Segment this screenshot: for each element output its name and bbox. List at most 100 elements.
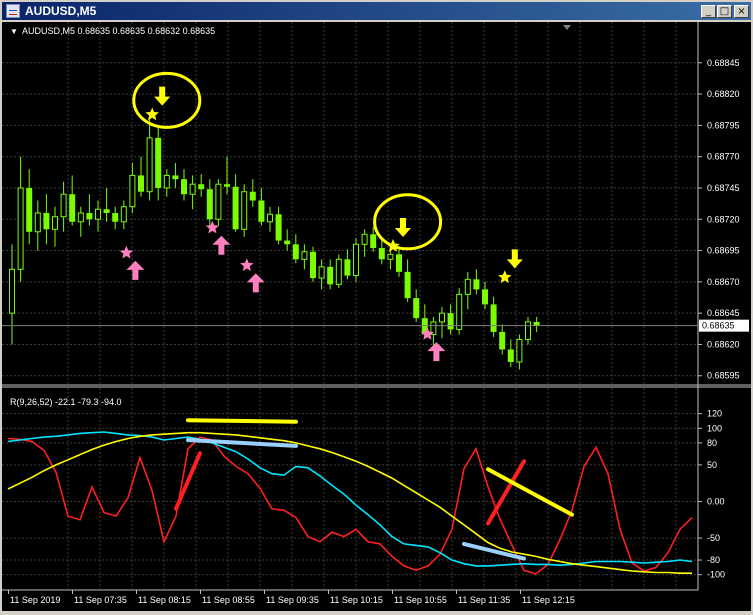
indicator-tick-label: -80 <box>707 555 720 565</box>
price-tick-label: 0.68670 <box>707 277 740 287</box>
candle-body-up <box>516 338 523 363</box>
candle-body-up <box>189 183 196 195</box>
price-tick-label: 0.68845 <box>707 58 740 68</box>
candle-body-down <box>413 298 420 319</box>
candle-body-up <box>52 216 58 230</box>
annotation-line <box>186 418 298 424</box>
price-tick-label: 0.68695 <box>707 246 740 256</box>
candle-body-down <box>292 244 299 260</box>
candle-body-down <box>86 213 93 220</box>
candle-body-up <box>464 278 471 295</box>
candle-body-down <box>112 213 119 222</box>
star-icon <box>240 258 254 271</box>
candle-body-up <box>34 212 41 233</box>
buy-arrow-icon <box>246 273 265 293</box>
time-tick-label: 11 Sep 2019 <box>10 595 60 605</box>
candle-body-down <box>344 259 351 276</box>
candle-body-down <box>284 240 291 245</box>
candle-body-up <box>335 258 342 285</box>
indicator-axis: 120 100 80 50 0.00 -50 -80 -100 <box>698 409 725 580</box>
indicator-tick-label: 80 <box>707 438 717 448</box>
candle-body-up <box>361 233 368 245</box>
chart-area[interactable]: 0.68845 0.68820 0.68795 0.68770 0.68745 0.687… <box>2 22 751 611</box>
candle-body-down <box>138 175 144 192</box>
time-axis[interactable]: 11 Sep 2019 11 Sep 07:35 11 Sep 08:15 11 Se… <box>8 590 575 605</box>
price-axis[interactable]: 0.68845 0.68820 0.68795 0.68770 0.68745 0.687… <box>698 58 740 381</box>
chart-window-icon[interactable] <box>6 4 20 18</box>
indicator-tick-label: 120 <box>707 409 722 419</box>
candle-body-down <box>69 194 76 222</box>
candle-body-down <box>103 209 110 213</box>
highlight-circle <box>373 193 443 251</box>
sell-arrow-icon <box>154 86 171 106</box>
price-tick-label: 0.68795 <box>707 120 740 130</box>
candle-body-down <box>327 266 334 285</box>
close-button[interactable]: × <box>734 5 749 18</box>
candle-body-down <box>172 175 179 180</box>
buy-arrow-icon <box>427 342 446 362</box>
annotation-line <box>486 467 574 517</box>
candle-body-down <box>232 186 239 230</box>
candle-body-up <box>95 208 101 220</box>
indicator-tick-label: -50 <box>707 533 720 543</box>
candle-body-down <box>378 248 385 260</box>
indicator-lines <box>7 431 693 575</box>
candle-body-down <box>447 313 454 330</box>
candle-body-up <box>129 174 136 208</box>
candle-body-up <box>387 253 394 260</box>
candle-body-up <box>241 191 248 230</box>
candle-body-down <box>275 214 282 241</box>
candle-body-down <box>396 254 402 272</box>
candle-body-down <box>507 349 514 362</box>
minimize-button[interactable]: _ <box>701 5 716 18</box>
price-tick-label: 0.68770 <box>707 152 740 162</box>
candle-body-down <box>404 271 411 299</box>
sell-arrow-icon <box>395 218 411 238</box>
candle-body-down <box>198 184 205 190</box>
indicator-tick-label: 0.00 <box>707 496 725 506</box>
candle-body-down <box>490 304 497 332</box>
chart-menu-arrow-icon[interactable]: ▼ <box>10 27 18 36</box>
current-price-label: 0.68635 <box>702 321 735 331</box>
title-bar[interactable]: AUDUSD,M5 _ □ × <box>2 2 751 20</box>
slow-line <box>7 431 692 574</box>
window-title: AUDUSD,M5 <box>25 4 97 18</box>
chart-header: AUDUSD,M5 0.68635 0.68635 0.68632 0.6863… <box>22 26 215 36</box>
candle-body-up <box>215 183 222 220</box>
time-tick-label: 11 Sep 08:15 <box>138 595 191 605</box>
candle-body-down <box>26 187 33 232</box>
candle-body-up <box>456 293 463 330</box>
candle-body-up <box>77 212 84 223</box>
candle-body-up <box>146 137 153 193</box>
candle-body-down <box>155 137 162 188</box>
chart-canvas[interactable]: 0.68845 0.68820 0.68795 0.68770 0.68745 0.687… <box>2 22 751 611</box>
signal-markers <box>119 71 523 362</box>
shift-marker-icon[interactable] <box>563 25 571 30</box>
star-icon <box>145 107 159 121</box>
candle-body-up <box>60 193 67 218</box>
candle-body-up <box>17 187 24 270</box>
star-icon <box>119 245 134 259</box>
buy-arrow-icon <box>126 260 145 280</box>
mid-line <box>7 431 693 567</box>
time-tick-label: 11 Sep 08:55 <box>202 595 255 605</box>
candle-body-down <box>482 289 488 305</box>
price-tick-label: 0.68745 <box>707 183 740 193</box>
price-tick-label: 0.68620 <box>707 339 740 349</box>
candle-body-down <box>473 279 480 290</box>
candle-body-down <box>370 234 377 249</box>
indicator-label: R(9,26,52) -22.1 -79.3 -94.0 <box>10 397 122 407</box>
candle-body-down <box>206 189 213 220</box>
candle-body-up <box>9 268 15 314</box>
fast-line <box>7 436 693 575</box>
price-tick-label: 0.68720 <box>707 214 740 224</box>
candle-body-down <box>533 321 540 326</box>
candle-body-down <box>181 179 187 195</box>
candle-body-down <box>258 200 265 222</box>
time-tick-label: 11 Sep 12:15 <box>522 595 575 605</box>
star-icon <box>498 270 512 283</box>
restore-button[interactable]: □ <box>717 5 732 18</box>
price-tick-label: 0.68645 <box>707 308 740 318</box>
price-tick-label: 0.68820 <box>707 89 740 99</box>
terminal-window: AUDUSD,M5 _ □ × 0.68845 0.68820 0.68795 0.6… <box>0 0 753 613</box>
